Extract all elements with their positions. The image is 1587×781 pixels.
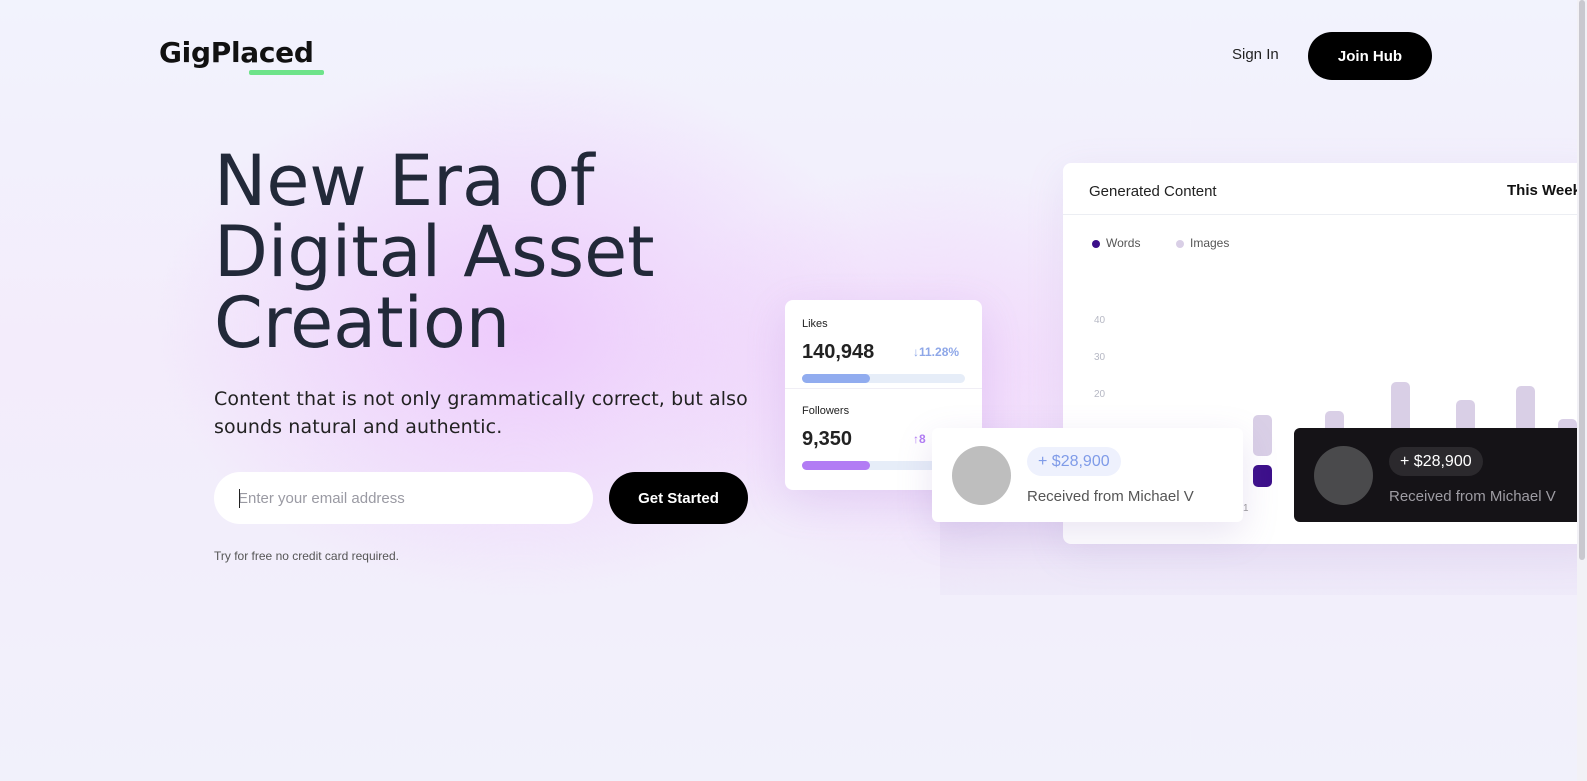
followers-label: Followers bbox=[802, 405, 850, 417]
followers-value: 9,350 bbox=[802, 428, 853, 450]
received-text: Received from Michael V bbox=[1389, 488, 1556, 505]
legend-words-dot bbox=[1092, 240, 1100, 248]
legend-images-label: Images bbox=[1190, 236, 1230, 250]
likes-value: 140,948 bbox=[802, 341, 875, 363]
hero-title-line: New Era of bbox=[214, 140, 595, 222]
stats-divider bbox=[785, 388, 982, 389]
likes-change-value: 11.28% bbox=[919, 345, 960, 359]
chart-bar-images bbox=[1253, 415, 1272, 456]
hero-title: New Era of Digital Asset Creation bbox=[214, 146, 774, 359]
legend-words-label: Words bbox=[1106, 236, 1141, 250]
legend-images-dot bbox=[1176, 240, 1184, 248]
hero-subtitle: Content that is not only grammatically c… bbox=[214, 385, 754, 441]
get-started-button[interactable]: Get Started bbox=[609, 472, 748, 524]
likes-change: ↓11.28% bbox=[913, 345, 959, 359]
likes-label: Likes bbox=[802, 318, 828, 330]
amount-badge: + $28,900 bbox=[1389, 447, 1483, 476]
panel-title: Generated Content bbox=[1089, 183, 1217, 200]
y-tick-label: 40 bbox=[1094, 315, 1106, 326]
followers-change: ↑8 bbox=[913, 432, 926, 446]
panel-divider bbox=[1063, 214, 1587, 215]
logo-underline bbox=[249, 70, 324, 75]
avatar bbox=[1314, 446, 1373, 505]
scrollbar-thumb[interactable] bbox=[1579, 0, 1585, 560]
email-input[interactable] bbox=[214, 472, 593, 524]
free-trial-note: Try for free no credit card required. bbox=[214, 549, 399, 563]
x-tick-label: 1 bbox=[1243, 503, 1249, 514]
period-selector[interactable]: This Week bbox=[1507, 182, 1581, 199]
logo[interactable]: GigPlaced bbox=[159, 36, 314, 69]
y-tick-label: 30 bbox=[1094, 352, 1106, 363]
join-hub-button[interactable]: Join Hub bbox=[1308, 32, 1432, 80]
chart-bar-words bbox=[1253, 464, 1272, 487]
avatar bbox=[952, 446, 1011, 505]
likes-progress bbox=[802, 374, 965, 383]
followers-progress-fill bbox=[802, 461, 871, 470]
hero-subtitle-line: sounds natural and authentic. bbox=[214, 416, 503, 438]
hero-title-line: Creation bbox=[214, 282, 511, 364]
amount-badge: + $28,900 bbox=[1027, 447, 1121, 476]
y-tick-label: 20 bbox=[1094, 389, 1106, 400]
followers-change-value: 8 bbox=[919, 432, 926, 446]
hero-title-line: Digital Asset bbox=[214, 211, 655, 293]
text-caret bbox=[239, 489, 240, 508]
sign-in-link[interactable]: Sign In bbox=[1232, 46, 1279, 63]
likes-progress-fill bbox=[802, 374, 871, 383]
hero-subtitle-line: Content that is not only grammatically c… bbox=[214, 388, 748, 410]
received-text: Received from Michael V bbox=[1027, 488, 1194, 505]
